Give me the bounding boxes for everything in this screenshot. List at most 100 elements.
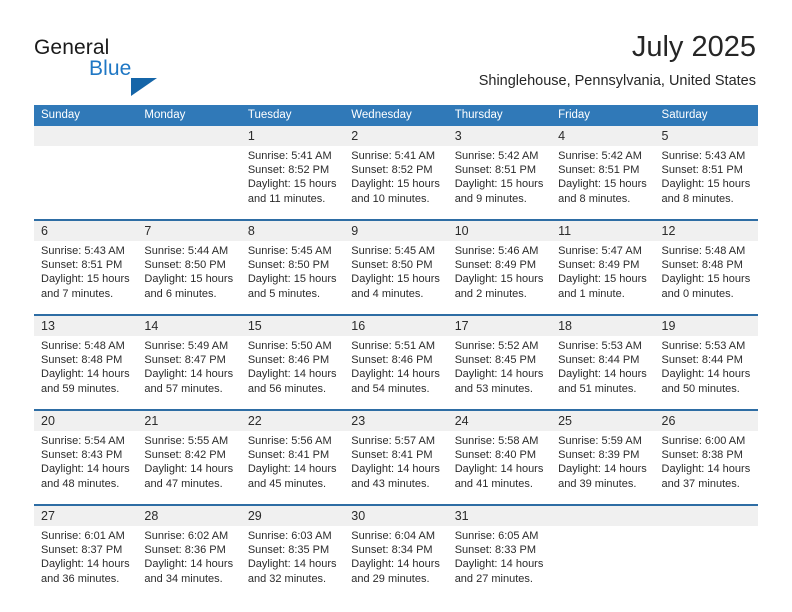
day-cell-7[interactable]: Sunrise: 5:44 AM Sunset: 8:50 PM Daylight:… (137, 241, 241, 315)
day-number-25[interactable]: 25 (551, 409, 655, 431)
day-detail-line: Sunset: 8:45 PM (454, 354, 537, 367)
day-cell-13[interactable]: Sunrise: 5:48 AM Sunset: 8:48 PM Daylight:… (34, 336, 138, 410)
day-detail-line: Sunset: 8:43 PM (41, 449, 123, 462)
day-detail-line: and 34 minutes. (144, 572, 223, 585)
day-number-23[interactable]: 23 (344, 409, 448, 431)
day-cell-3[interactable]: Sunrise: 5:42 AM Sunset: 8:51 PM Daylight:… (447, 146, 552, 220)
page-title: July 2025 (631, 31, 756, 63)
day-number-9[interactable]: 9 (344, 219, 448, 241)
day-number-30[interactable]: 30 (344, 504, 448, 526)
day-cell-6[interactable]: Sunrise: 5:43 AM Sunset: 8:51 PM Daylight:… (34, 241, 138, 315)
day-cell-17[interactable]: Sunrise: 5:52 AM Sunset: 8:45 PM Daylight:… (447, 336, 552, 410)
day-cell-4[interactable]: Sunrise: 5:42 AM Sunset: 8:51 PM Daylight:… (551, 146, 655, 220)
day-cell-empty (551, 526, 655, 599)
day-detail-line: Sunset: 8:50 PM (247, 259, 330, 272)
day-number-15[interactable]: 15 (240, 314, 345, 336)
day-detail-line: and 11 minutes. (247, 192, 326, 205)
day-number-11[interactable]: 11 (551, 219, 655, 241)
day-cell-15[interactable]: Sunrise: 5:50 AM Sunset: 8:46 PM Daylight:… (240, 336, 345, 410)
day-cell-10[interactable]: Sunrise: 5:46 AM Sunset: 8:49 PM Daylight:… (447, 241, 552, 315)
day-detail-line: and 59 minutes. (41, 382, 120, 395)
day-number-24[interactable]: 24 (447, 409, 552, 431)
day-number-20[interactable]: 20 (34, 409, 138, 431)
day-detail-line: and 57 minutes. (144, 382, 223, 395)
day-cell-24[interactable]: Sunrise: 5:58 AM Sunset: 8:40 PM Daylight:… (447, 431, 552, 505)
day-detail-line: Sunrise: 5:47 AM (558, 245, 642, 257)
day-detail-line: Daylight: 14 hours (454, 558, 544, 571)
calendar-week-date-row: 13 14 15 16 17 18 19 (34, 314, 758, 336)
day-cell-11[interactable]: Sunrise: 5:47 AM Sunset: 8:49 PM Daylight:… (551, 241, 655, 315)
day-number-5[interactable]: 5 (654, 126, 758, 146)
day-detail-line: Daylight: 14 hours (558, 368, 647, 381)
day-detail-line: Sunset: 8:42 PM (144, 449, 226, 462)
day-cell-9[interactable]: Sunrise: 5:45 AM Sunset: 8:50 PM Daylight:… (344, 241, 448, 315)
day-cell-26[interactable]: Sunrise: 6:00 AM Sunset: 8:38 PM Daylight:… (654, 431, 758, 505)
day-detail-line: Daylight: 14 hours (661, 463, 751, 476)
day-number-8[interactable]: 8 (240, 219, 345, 241)
day-detail-line: Sunset: 8:44 PM (661, 354, 743, 367)
day-detail-line: Sunrise: 5:45 AM (247, 245, 332, 257)
calendar-week-date-row: 6 7 8 9 10 11 12 (34, 219, 758, 241)
day-detail-line: and 47 minutes. (144, 477, 223, 490)
day-number-10[interactable]: 10 (447, 219, 552, 241)
day-number-29[interactable]: 29 (240, 504, 345, 526)
day-detail-line: and 1 minute. (558, 287, 625, 300)
general-blue-logo: General Blue (34, 36, 164, 96)
calendar-week-info-row: Sunrise: 5:43 AM Sunset: 8:51 PM Daylight:… (34, 241, 758, 315)
day-number-14[interactable]: 14 (137, 314, 241, 336)
day-number-21[interactable]: 21 (137, 409, 241, 431)
day-cell-30[interactable]: Sunrise: 6:04 AM Sunset: 8:34 PM Daylight:… (344, 526, 448, 599)
day-detail-line: Daylight: 14 hours (41, 558, 130, 571)
day-detail-line: Daylight: 15 hours (351, 178, 440, 191)
day-number-27[interactable]: 27 (34, 504, 138, 526)
day-detail-line: Sunset: 8:51 PM (41, 259, 123, 272)
day-detail-line: and 56 minutes. (247, 382, 327, 395)
day-cell-22[interactable]: Sunrise: 5:56 AM Sunset: 8:41 PM Daylight:… (240, 431, 345, 505)
day-number-28[interactable]: 28 (137, 504, 241, 526)
day-cell-empty (34, 146, 138, 220)
day-number-7[interactable]: 7 (137, 219, 241, 241)
day-detail-line: Sunset: 8:52 PM (351, 164, 433, 177)
day-cell-14[interactable]: Sunrise: 5:49 AM Sunset: 8:47 PM Daylight:… (137, 336, 241, 410)
day-cell-19[interactable]: Sunrise: 5:53 AM Sunset: 8:44 PM Daylight:… (654, 336, 758, 410)
day-detail-line: Sunset: 8:34 PM (351, 544, 433, 557)
day-number-22[interactable]: 22 (240, 409, 345, 431)
day-cell-5[interactable]: Sunrise: 5:43 AM Sunset: 8:51 PM Daylight:… (654, 146, 758, 220)
day-cell-25[interactable]: Sunrise: 5:59 AM Sunset: 8:39 PM Daylight:… (551, 431, 655, 505)
day-number-4[interactable]: 4 (551, 126, 655, 146)
day-number-17[interactable]: 17 (447, 314, 552, 336)
day-detail-line: Daylight: 14 hours (41, 368, 130, 381)
day-cell-2[interactable]: Sunrise: 5:41 AM Sunset: 8:52 PM Daylight:… (344, 146, 448, 220)
day-detail-line: Daylight: 14 hours (144, 368, 234, 381)
day-number-3[interactable]: 3 (447, 126, 552, 146)
day-detail-line: Sunset: 8:46 PM (351, 354, 433, 367)
day-number-13[interactable]: 13 (34, 314, 138, 336)
day-detail-line: and 10 minutes. (351, 192, 430, 205)
day-detail-line: and 36 minutes. (41, 572, 120, 585)
day-number-12[interactable]: 12 (654, 219, 758, 241)
day-number-26[interactable]: 26 (654, 409, 758, 431)
day-cell-31[interactable]: Sunrise: 6:05 AM Sunset: 8:33 PM Daylight:… (447, 526, 552, 599)
day-number-6[interactable]: 6 (34, 219, 138, 241)
day-cell-27[interactable]: Sunrise: 6:01 AM Sunset: 8:37 PM Daylight:… (34, 526, 138, 599)
day-number-19[interactable]: 19 (654, 314, 758, 336)
day-cell-16[interactable]: Sunrise: 5:51 AM Sunset: 8:46 PM Daylight:… (344, 336, 448, 410)
day-cell-20[interactable]: Sunrise: 5:54 AM Sunset: 8:43 PM Daylight:… (34, 431, 138, 505)
day-detail-line: and 0 minutes. (661, 287, 734, 300)
day-cell-23[interactable]: Sunrise: 5:57 AM Sunset: 8:41 PM Daylight:… (344, 431, 448, 505)
day-cell-8[interactable]: Sunrise: 5:45 AM Sunset: 8:50 PM Daylight:… (240, 241, 345, 315)
day-cell-18[interactable]: Sunrise: 5:53 AM Sunset: 8:44 PM Daylight:… (551, 336, 655, 410)
day-number-31[interactable]: 31 (447, 504, 552, 526)
day-cell-21[interactable]: Sunrise: 5:55 AM Sunset: 8:42 PM Daylight:… (137, 431, 241, 505)
day-detail-line: and 37 minutes. (661, 477, 740, 490)
day-number-16[interactable]: 16 (344, 314, 448, 336)
day-number-2[interactable]: 2 (344, 126, 448, 146)
day-detail-line: Sunrise: 5:56 AM (247, 435, 332, 447)
day-cell-28[interactable]: Sunrise: 6:02 AM Sunset: 8:36 PM Daylight:… (137, 526, 241, 599)
day-cell-12[interactable]: Sunrise: 5:48 AM Sunset: 8:48 PM Daylight:… (654, 241, 758, 315)
day-cell-1[interactable]: Sunrise: 5:41 AM Sunset: 8:52 PM Daylight:… (240, 146, 345, 220)
day-detail-line: Daylight: 15 hours (454, 273, 544, 286)
day-number-1[interactable]: 1 (240, 126, 345, 146)
day-number-18[interactable]: 18 (551, 314, 655, 336)
day-cell-29[interactable]: Sunrise: 6:03 AM Sunset: 8:35 PM Daylight:… (240, 526, 345, 599)
